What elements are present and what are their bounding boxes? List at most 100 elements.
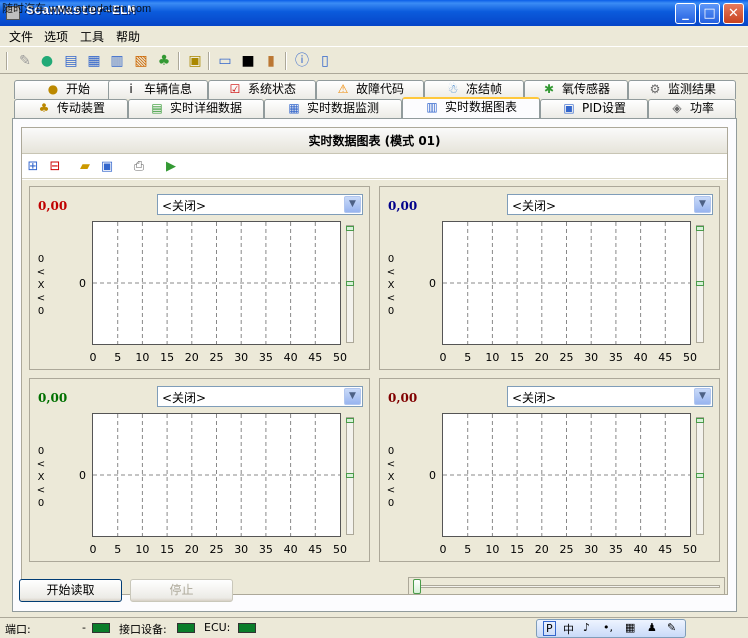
range-slider[interactable] (696, 225, 704, 343)
slider-thumb-top[interactable] (346, 418, 354, 423)
x-tick-label: 35 (608, 351, 623, 364)
open-folder-icon[interactable]: ▰ (76, 158, 94, 176)
chart-value: 0,00 (38, 199, 68, 213)
range-slider[interactable] (346, 225, 354, 343)
ime-pinyin-icon[interactable]: P (543, 621, 556, 636)
menu-options[interactable]: 选项 (44, 28, 68, 45)
info-icon: i (129, 82, 133, 96)
x-tick-label: 45 (658, 543, 673, 556)
clipboard-icon[interactable]: ▣ (186, 52, 204, 70)
tab-label: 传动装置 (56, 101, 105, 115)
toolbar-separator (285, 52, 287, 70)
slider-thumb[interactable] (413, 579, 421, 594)
tab-oxygen-sensor[interactable]: ✱ 氧传感器 (524, 80, 628, 99)
maximize-button[interactable]: □ (699, 3, 720, 24)
tab-pid-settings[interactable]: ▣ PID设置 (540, 99, 648, 118)
range-slider[interactable] (696, 417, 704, 535)
slider-thumb-mid[interactable] (346, 473, 354, 478)
slider-thumb-top[interactable] (346, 226, 354, 231)
minimize-button[interactable]: _ (675, 3, 696, 24)
ime-tool-icon[interactable]: ✎ (667, 621, 676, 634)
menu-file[interactable]: 文件 (9, 28, 33, 45)
tab-start[interactable]: ● 开始 (14, 80, 122, 99)
menu-help[interactable]: 帮助 (116, 28, 140, 45)
y-axis-label-char: 0 (387, 254, 395, 265)
slider-thumb-top[interactable] (696, 418, 704, 423)
title-bar[interactable]: ScanMaster-ELM 随时汽车 www.autodatum.com _ … (0, 0, 748, 26)
tab-live-monitor[interactable]: ▦ 实时数据监测 (264, 99, 402, 118)
add-trace-icon[interactable]: ⊞ (24, 158, 42, 176)
ime-punct-icon[interactable]: •, (603, 621, 613, 634)
document-icon[interactable]: ▤ (62, 52, 80, 70)
tab-system-status[interactable]: ☑ 系统状态 (208, 80, 316, 99)
info-icon[interactable]: ⓘ (293, 52, 311, 70)
range-slider[interactable] (346, 417, 354, 535)
x-tick-label: 20 (184, 351, 199, 364)
pid-select[interactable]: <关闭> ▼ (157, 386, 363, 407)
settings-icon: ▣ (563, 101, 575, 115)
slider-thumb-top[interactable] (696, 226, 704, 231)
ecu-status-led (238, 623, 256, 633)
close-button[interactable]: ✕ (723, 3, 744, 24)
connect-icon[interactable]: ✎ (16, 52, 34, 70)
slider-thumb-mid[interactable] (696, 473, 704, 478)
toolbar: ✎ ● ▤ ▦ ▥ ▧ ♣ ▣ ▭ ■ ▮ ⓘ ▯ (0, 46, 748, 74)
interface-status-led (177, 623, 195, 633)
ime-keyboard-icon[interactable]: ▦ (625, 621, 635, 634)
watermark: 随时汽车 www.autodatum.com (2, 3, 152, 15)
terminal-icon[interactable]: ■ (239, 52, 257, 70)
export-icon[interactable]: ▶ (162, 158, 180, 176)
palette-icon[interactable]: ▧ (132, 52, 150, 70)
x-tick-label: 15 (160, 351, 175, 364)
chevron-down-icon[interactable]: ▼ (694, 196, 711, 213)
y-axis-label-char: < (36, 293, 46, 304)
y-axis-label-char: 0 (37, 306, 45, 317)
x-tick-label: 20 (184, 543, 199, 556)
ime-chinese-icon[interactable]: 中 (563, 621, 574, 637)
chart-value: 0,00 (388, 391, 418, 405)
x-tick-label: 50 (683, 543, 697, 556)
y-axis-label-char: 0 (37, 498, 45, 509)
globe-icon[interactable]: ● (38, 52, 56, 70)
tab-monitor-results[interactable]: ⚙ 监测结果 (628, 80, 736, 99)
print-icon[interactable]: ⎙ (130, 158, 148, 176)
chevron-down-icon[interactable]: ▼ (344, 388, 361, 405)
tab-transmission[interactable]: ♣ 传动装置 (14, 99, 128, 118)
pid-select[interactable]: <关闭> ▼ (507, 194, 713, 215)
tab-label: 实时数据图表 (444, 100, 517, 114)
grid-icon[interactable]: ▦ (85, 52, 103, 70)
tab-live-detail[interactable]: ▤ 实时详细数据 (128, 99, 264, 118)
traffic-icon[interactable]: ♣ (155, 52, 173, 70)
y-axis-label-char: 0 (387, 306, 395, 317)
monitor-icon[interactable]: ▭ (216, 52, 234, 70)
chart-icon[interactable]: ▥ (108, 52, 126, 70)
pid-select[interactable]: <关闭> ▼ (157, 194, 363, 215)
stop-button[interactable]: 停止 (130, 579, 233, 602)
y-axis-label-char: < (36, 459, 46, 470)
x-tick-label: 10 (485, 351, 500, 364)
slider-thumb-mid[interactable] (696, 281, 704, 286)
gauge-icon[interactable]: ▮ (262, 52, 280, 70)
tab-live-chart[interactable]: ▥ 实时数据图表 (402, 97, 540, 119)
ime-toolbar[interactable]: P 中 ♪ •, ▦ ♟ ✎ (536, 619, 686, 638)
slider-thumb-mid[interactable] (346, 281, 354, 286)
menu-tools[interactable]: 工具 (80, 28, 104, 45)
chevron-down-icon[interactable]: ▼ (694, 388, 711, 405)
y-tick-label: 0 (429, 277, 436, 290)
tab-vehicle-info[interactable]: i 车辆信息 (108, 80, 208, 99)
chevron-down-icon[interactable]: ▼ (344, 196, 361, 213)
remove-trace-icon[interactable]: ⊟ (46, 158, 64, 176)
pid-select[interactable]: <关闭> ▼ (507, 386, 713, 407)
tab-power[interactable]: ◈ 功率 (648, 99, 736, 118)
time-slider[interactable] (408, 577, 725, 595)
ime-moon-icon[interactable]: ♪ (583, 621, 590, 634)
x-tick-label: 10 (135, 351, 150, 364)
save-icon[interactable]: ▣ (98, 158, 116, 176)
tab-label: 氧传感器 (561, 82, 610, 96)
start-reading-button[interactable]: 开始读取 (19, 579, 122, 602)
x-tick-label: 40 (633, 543, 648, 556)
ime-user-icon[interactable]: ♟ (647, 621, 657, 634)
y-axis-label-char: < (36, 267, 46, 278)
chart-icon: ▥ (426, 100, 438, 114)
exit-icon[interactable]: ▯ (316, 52, 334, 70)
